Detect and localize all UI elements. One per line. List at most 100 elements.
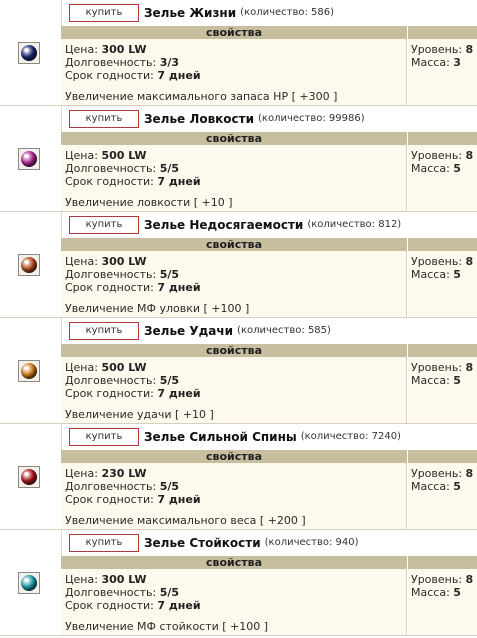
item-icon-cell [0,424,62,529]
effect-line: Увеличение ловкости [ +10 ] [65,196,233,209]
item-requirements: Уровень: 8 Масса: 3 [408,39,477,105]
item-icon-cell [0,318,62,423]
line-value: 230 LW [101,467,147,480]
item-quantity: (количество: 99986) [258,113,365,124]
price-line: Цена: 300 LW [65,573,147,586]
line-label: Срок годности: [65,493,158,506]
effect-line: Увеличение максимального запаса HP [ +30… [65,90,338,103]
price-line: Цена: 300 LW [65,255,147,268]
item-icon-cell [0,212,62,317]
price-line: Цена: 500 LW [65,149,147,162]
properties-header: свойства [61,26,407,39]
line-value: 500 LW [101,149,147,162]
properties-header-right [408,450,477,463]
properties-header-right [408,26,477,39]
line-label: Долговечность: [65,162,160,175]
effect-line: Увеличение МФ уловки [ +100 ] [65,302,250,315]
level-line: Уровень: 8 [411,43,473,56]
level-label: Уровень: [411,149,466,162]
item-requirements: Уровень: 8 Масса: 5 [408,463,477,529]
shop-item-row: купить Зелье Сильной Спины (количество: 72… [0,424,477,530]
level-line: Уровень: 8 [411,573,473,586]
line-value: 7 дней [157,493,201,506]
level-value: 8 [465,43,474,56]
item-icon-cell [0,530,62,635]
line-label: Цена: [65,467,102,480]
item-header: купить Зелье Жизни (количество: 586) [66,0,477,25]
mass-line: Масса: 5 [411,586,461,599]
line-label: Цена: [65,43,102,56]
mass-label: Масса: [411,586,454,599]
durability-line: Долговечность: 5/5 [65,374,179,387]
line-value: 3/3 [159,56,180,69]
line-value: 5/5 [159,268,180,281]
item-title: Зелье Удачи [144,323,234,338]
potion-of-agility-icon[interactable] [18,148,40,170]
line-label: Цена: [65,573,102,586]
level-label: Уровень: [411,467,466,480]
mass-value: 5 [453,268,461,281]
item-requirements: Уровень: 8 Масса: 5 [408,569,477,635]
potion-of-resilience-icon[interactable] [18,572,40,594]
item-title: Зелье Ловкости [144,111,255,126]
properties-header-right [408,344,477,357]
buy-button[interactable]: купить [69,3,139,22]
level-label: Уровень: [411,361,466,374]
expiry-line: Срок годности: 7 дней [65,175,201,188]
potion-orb [21,469,37,485]
item-requirements: Уровень: 8 Масса: 5 [408,251,477,317]
durability-line: Долговечность: 5/5 [65,268,179,281]
line-value: 5/5 [159,162,180,175]
price-line: Цена: 230 LW [65,467,147,480]
item-quantity: (количество: 812) [307,219,402,230]
mass-line: Масса: 3 [411,56,461,69]
line-label: Цена: [65,255,102,268]
potion-orb [21,257,37,273]
level-line: Уровень: 8 [411,149,473,162]
item-properties: Цена: 300 LW Долговечность: 5/5 Срок годно… [61,569,407,635]
mass-value: 3 [453,56,461,69]
item-quantity: (количество: 585) [237,325,331,336]
level-line: Уровень: 8 [411,467,473,480]
line-label: Срок годности: [65,599,158,612]
potion-of-strong-back-icon[interactable] [18,466,40,488]
item-quantity: (количество: 586) [240,7,335,18]
mass-line: Масса: 5 [411,480,461,493]
expiry-line: Срок годности: 7 дней [65,69,201,82]
potion-of-luck-icon[interactable] [18,360,40,382]
line-value: 7 дней [157,175,201,188]
line-value: 5/5 [159,374,180,387]
mass-label: Масса: [411,56,454,69]
level-line: Уровень: 8 [411,255,473,268]
buy-button[interactable]: купить [69,533,139,552]
item-requirements: Уровень: 8 Масса: 5 [408,357,477,423]
level-value: 8 [465,255,474,268]
properties-header: свойства [61,238,407,251]
properties-header-right [408,132,477,145]
level-value: 8 [465,149,474,162]
item-title: Зелье Недосягаемости [144,217,304,232]
mass-label: Масса: [411,480,454,493]
line-label: Срок годности: [65,69,158,82]
line-label: Срок годности: [65,281,158,294]
potion-of-evasion-icon[interactable] [18,254,40,276]
properties-header-right [408,238,477,251]
item-icon-cell [0,106,62,211]
shop-item-row: купить Зелье Стойкости (количество: 940) св… [0,530,477,636]
buy-button[interactable]: купить [69,321,139,340]
line-label: Срок годности: [65,387,158,400]
potion-of-life-icon[interactable] [18,42,40,64]
buy-button[interactable]: купить [69,109,139,128]
level-line: Уровень: 8 [411,361,473,374]
item-properties: Цена: 500 LW Долговечность: 5/5 Срок годно… [61,145,407,211]
item-properties: Цена: 300 LW Долговечность: 3/3 Срок годно… [61,39,407,105]
mass-value: 5 [453,374,461,387]
item-header: купить Зелье Сильной Спины (количество: 72… [66,424,477,449]
properties-header-right [408,556,477,569]
buy-button[interactable]: купить [69,427,139,446]
line-label: Долговечность: [65,374,160,387]
buy-button[interactable]: купить [69,215,139,234]
expiry-line: Срок годности: 7 дней [65,599,201,612]
line-label: Долговечность: [65,56,160,69]
line-value: 5/5 [159,480,180,493]
